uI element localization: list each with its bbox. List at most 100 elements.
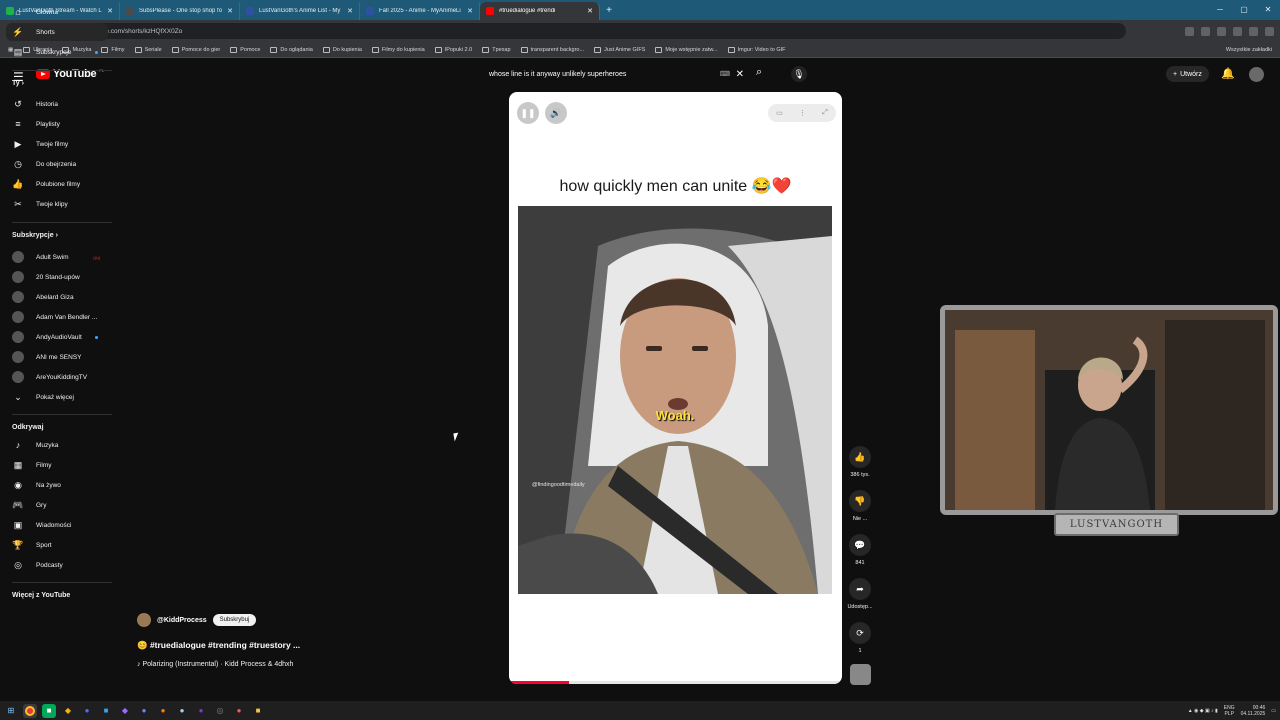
browser-tab[interactable]: LustVanGoth's Anime List - My ✕ (240, 2, 360, 20)
remix-action[interactable]: ⟳ 1 (848, 622, 872, 654)
bookmark-item[interactable]: Moje wstępnie zatw... (655, 46, 718, 53)
bookmark-item[interactable]: Filmy do kupienia (371, 46, 425, 53)
app-icon[interactable]: ◎ (213, 704, 227, 718)
channel-avatar[interactable] (137, 613, 151, 627)
browser-tab[interactable]: #truedialogue #trendi ✕ (480, 2, 600, 20)
all-bookmarks[interactable]: Wszystkie zakładki (1226, 47, 1272, 53)
sidebar-item-twoje-klipy[interactable]: ✂ Twoje klipy (6, 195, 108, 213)
sound-thumbnail[interactable] (850, 664, 871, 685)
sidebar-item-muzyka[interactable]: ♪ Muzyka (6, 436, 108, 454)
bookmark-item[interactable]: Do oglądania (270, 46, 313, 53)
volume-icon[interactable]: 🔊 (545, 102, 567, 124)
sidebar-item-g-wna[interactable]: ⌂ Główna (6, 3, 108, 21)
pause-icon[interactable]: ❚❚ (517, 102, 539, 124)
bookmark-star-icon[interactable] (1201, 26, 1210, 36)
keyboard-icon[interactable]: ⌨ (720, 70, 730, 78)
sidebar-item-historia[interactable]: ↺ Historia (6, 95, 108, 113)
browser-tab[interactable]: SubsPlease - One stop shop fo ✕ (120, 2, 240, 20)
sidebar-item-do-obejrzenia[interactable]: ◷ Do obejrzenia (6, 155, 108, 173)
sidebar-item-subskrypcje[interactable]: ▤ Subskrypcje (6, 43, 108, 61)
more-options-icon[interactable]: ⋮ (799, 109, 806, 117)
like-icon[interactable]: 👍 (849, 446, 871, 468)
file-explorer-icon[interactable]: ■ (251, 704, 265, 718)
close-tab-icon[interactable]: ✕ (227, 7, 233, 15)
bookmark-item[interactable]: Seriale (134, 46, 162, 53)
extension-icon[interactable] (1233, 26, 1242, 36)
steam-icon[interactable]: ● (175, 704, 189, 718)
app-icon[interactable]: ● (137, 704, 151, 718)
sidebar-section-header[interactable]: Więcej z YouTube (12, 592, 70, 599)
close-tab-icon[interactable]: ✕ (347, 7, 353, 15)
notification-center-icon[interactable]: ▭ (1271, 708, 1276, 714)
minimize-icon[interactable]: ─ (1208, 0, 1232, 20)
app-icon[interactable]: ◆ (118, 704, 132, 718)
app-icon[interactable]: ◆ (61, 704, 75, 718)
comments-action[interactable]: 💬 841 (848, 534, 872, 566)
sidebar-item-shorts[interactable]: ⚡ Shorts (6, 23, 108, 41)
close-tab-icon[interactable]: ✕ (587, 7, 593, 15)
clear-search-icon[interactable]: ✕ (736, 69, 744, 80)
new-tab-icon[interactable]: + (600, 5, 618, 16)
url-field[interactable]: ⚙ youtube.com/shorts/kzHQfXX0Zo (66, 23, 1126, 39)
sidebar-item-filmy[interactable]: ▦ Filmy (6, 456, 108, 474)
app-icon[interactable]: ● (156, 704, 170, 718)
maximize-icon[interactable]: ▢ (1232, 0, 1256, 20)
music-credit[interactable]: ♪ Polarizing (Instrumental) · Kidd Proce… (137, 661, 293, 668)
sidebar-item-gry[interactable]: 🎮 Gry (6, 496, 108, 514)
sidebar-item-wiadomo-ci[interactable]: ▣ Wiadomości (6, 516, 108, 534)
menu-icon[interactable] (1265, 26, 1274, 36)
discord-icon[interactable]: ● (80, 704, 94, 718)
sidebar-item-twoje-filmy[interactable]: ▶ Twoje filmy (6, 135, 108, 153)
bookmark-item[interactable]: transparent backgro... (520, 46, 584, 53)
windows-start-icon[interactable]: ⊞ (4, 704, 18, 718)
share-icon[interactable]: ➦ (849, 578, 871, 600)
bookmark-item[interactable]: Just Anime GIFS (594, 46, 645, 53)
app-icon[interactable]: ● (232, 704, 246, 718)
subscribe-button[interactable]: Subskrybuj (212, 614, 257, 626)
chrome-icon[interactable] (23, 703, 37, 718)
bookmark-item[interactable]: Pomoce do gier (171, 46, 220, 53)
app-icon[interactable]: ■ (99, 704, 113, 718)
sidebar-item-areyoukiddingtv[interactable]: AreYouKiddingTV (6, 368, 108, 386)
search-input[interactable]: whose line is it anyway unlikely superhe… (480, 65, 744, 83)
microphone-icon[interactable]: 🎙 (791, 66, 807, 82)
sidebar-item-poka-wi-cej[interactable]: ⌄ Pokaż więcej (6, 388, 108, 406)
sidebar-section-header[interactable]: Odkrywaj (12, 424, 44, 431)
share-action[interactable]: ➦ Udostęp... (847, 578, 873, 610)
channel-name[interactable]: @KiddProcess (157, 617, 207, 624)
close-window-icon[interactable]: ✕ (1256, 0, 1280, 20)
extension-icon[interactable] (1217, 26, 1226, 36)
short-title[interactable]: 😊 #truedialogue #trending #truestory ... (137, 640, 300, 651)
like-action[interactable]: 👍 386 tys. (848, 446, 872, 478)
sidebar-item-podcasty[interactable]: ◎ Podcasty (6, 556, 108, 574)
sidebar-item-ani-me-sensy[interactable]: ANI me SENSY (6, 348, 108, 366)
remix-icon[interactable]: ⟳ (849, 622, 871, 644)
comment-icon[interactable]: 💬 (849, 534, 871, 556)
bookmark-item[interactable]: Do kupienia (322, 46, 362, 53)
avatar[interactable] (1249, 67, 1264, 82)
sidebar-section-header[interactable]: Ty › (12, 80, 24, 87)
bookmark-item[interactable]: Pomoce (230, 46, 260, 53)
install-icon[interactable] (1185, 26, 1194, 36)
tray-icons[interactable]: ▲ ◉ ◆ ▣ ♪ ▮ (1188, 708, 1218, 714)
sidebar-item-playlisty[interactable]: ≡ Playlisty (6, 115, 108, 133)
close-tab-icon[interactable]: ✕ (467, 7, 473, 15)
clock[interactable]: 00:46 04.11.2025 (1241, 705, 1266, 717)
app-icon[interactable]: ● (194, 704, 208, 718)
close-tab-icon[interactable]: ✕ (107, 7, 113, 15)
video-progress-bar[interactable] (509, 681, 842, 684)
sidebar-item-sport[interactable]: 🏆 Sport (6, 536, 108, 554)
dislike-icon[interactable]: 👎 (849, 490, 871, 512)
app-icon[interactable]: ■ (42, 703, 56, 718)
sidebar-item-polubione-filmy[interactable]: 👍 Polubione filmy (6, 175, 108, 193)
captions-icon[interactable]: ▭ (776, 109, 783, 117)
bookmark-item[interactable]: IPopuki 2.0 (434, 46, 472, 53)
bookmark-item[interactable]: Tpexap (482, 46, 511, 53)
create-button[interactable]: + Utwórz (1166, 66, 1209, 82)
language-indicator[interactable]: ENG PLP (1224, 705, 1235, 717)
sidebar-item-adult-swim[interactable]: Adult Swim ((•)) (6, 248, 108, 266)
sidebar-item-abelard-giza[interactable]: Abelard Giza (6, 288, 108, 306)
dislike-action[interactable]: 👎 Nie ... (848, 490, 872, 522)
bookmark-item[interactable]: Imgur: Video to GIF (727, 46, 786, 53)
profile-icon[interactable] (1249, 26, 1258, 36)
